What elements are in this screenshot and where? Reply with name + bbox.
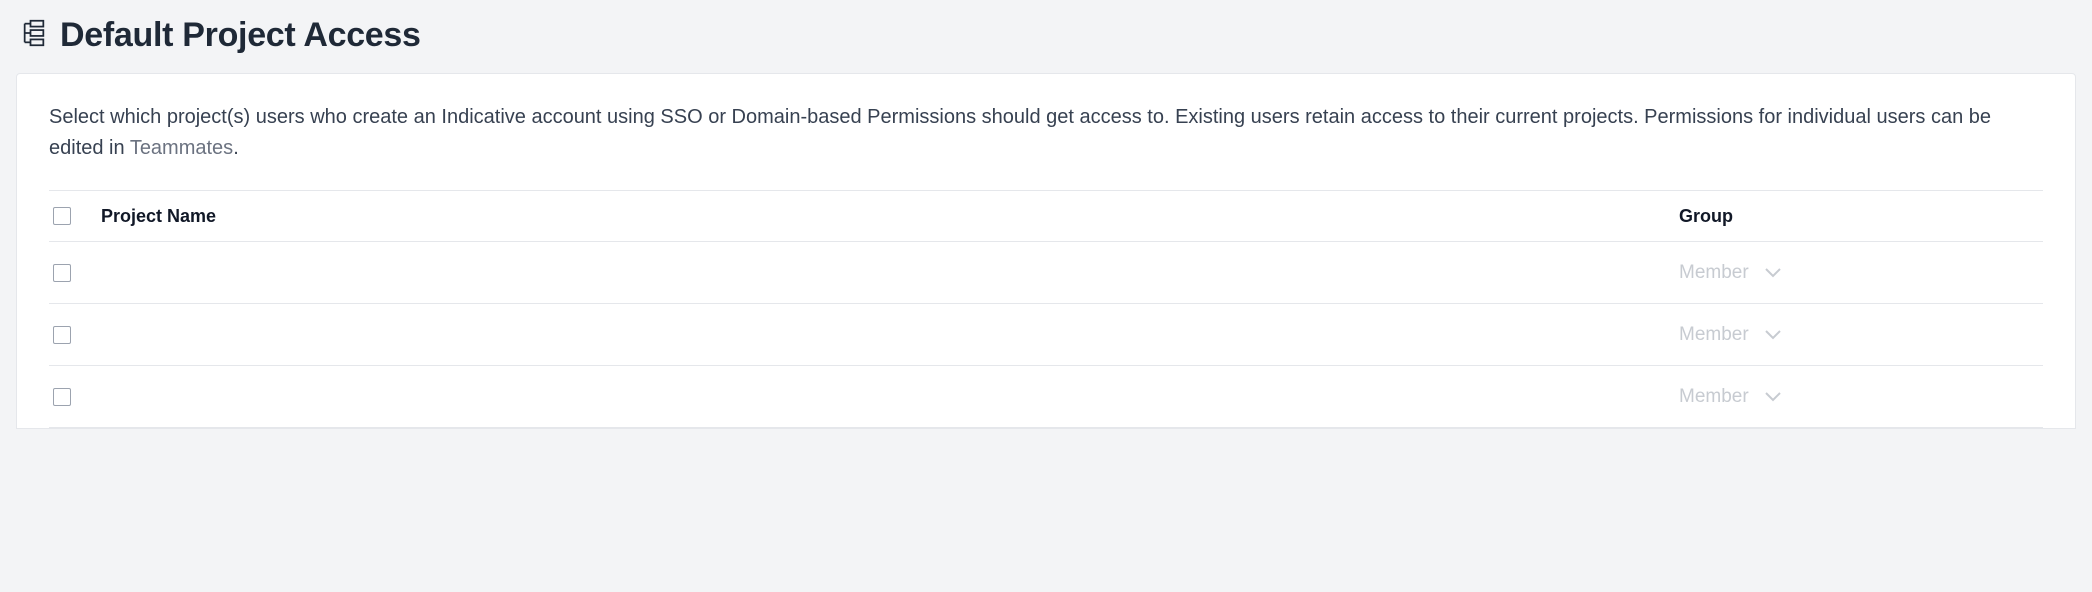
group-select[interactable]: Member <box>1679 262 1781 284</box>
hierarchy-icon <box>20 19 48 52</box>
column-header-name: Project Name <box>97 206 1679 227</box>
row-checkbox[interactable] <box>53 326 71 344</box>
panel: Select which project(s) users who create… <box>16 73 2076 429</box>
table-row: Member <box>49 242 2043 304</box>
chevron-down-icon <box>1765 268 1781 278</box>
teammates-link[interactable]: Teammates <box>130 137 233 159</box>
group-select-value: Member <box>1679 262 1749 284</box>
group-select-value: Member <box>1679 386 1749 408</box>
section-header: Default Project Access <box>16 16 2076 55</box>
group-select[interactable]: Member <box>1679 386 1781 408</box>
projects-table: Project Name Group Member <box>49 190 2043 428</box>
description: Select which project(s) users who create… <box>49 102 2043 164</box>
table-row: Member <box>49 304 2043 366</box>
description-text-prefix: Select which project(s) users who create… <box>49 106 1991 159</box>
group-select[interactable]: Member <box>1679 324 1781 346</box>
row-checkbox[interactable] <box>53 388 71 406</box>
description-text-suffix: . <box>233 137 239 159</box>
chevron-down-icon <box>1765 330 1781 340</box>
table-row: Member <box>49 366 2043 428</box>
group-select-value: Member <box>1679 324 1749 346</box>
column-header-group: Group <box>1679 206 2039 227</box>
chevron-down-icon <box>1765 392 1781 402</box>
table-header-row: Project Name Group <box>49 190 2043 242</box>
select-all-checkbox[interactable] <box>53 207 71 225</box>
page-title: Default Project Access <box>60 16 421 55</box>
row-checkbox[interactable] <box>53 264 71 282</box>
